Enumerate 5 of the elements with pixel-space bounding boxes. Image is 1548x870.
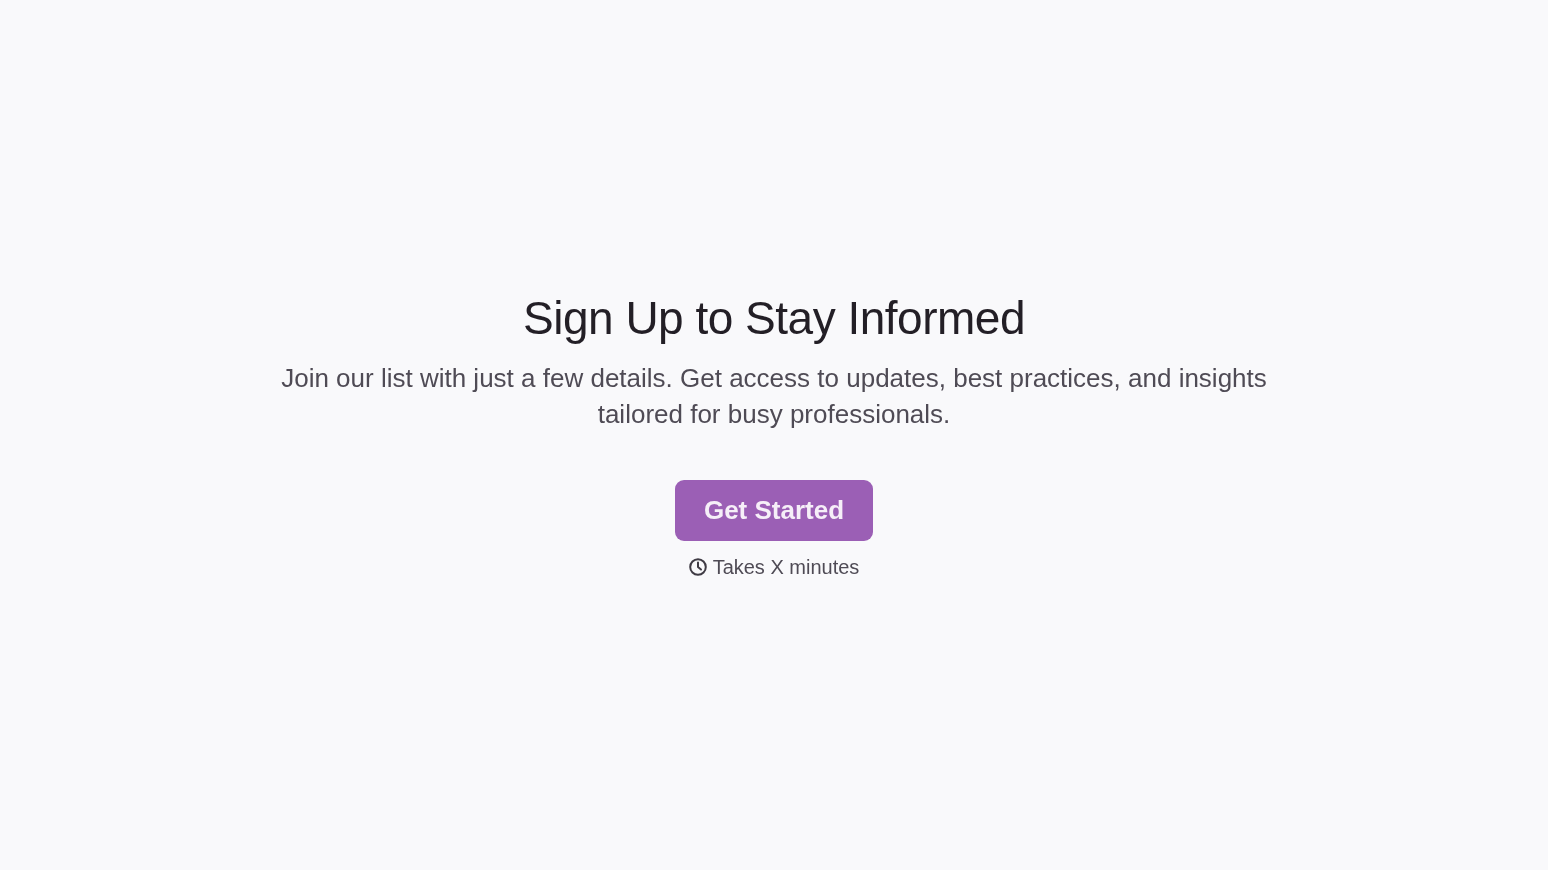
page-title: Sign Up to Stay Informed [523,291,1025,346]
clock-icon [688,558,707,576]
get-started-button[interactable]: Get Started [675,480,873,541]
duration-note: Takes X minutes [712,555,860,580]
description-text: Join our list with just a few details. Get access to updates, best practices, and insights tailored for busy professionals. [280,362,1268,431]
